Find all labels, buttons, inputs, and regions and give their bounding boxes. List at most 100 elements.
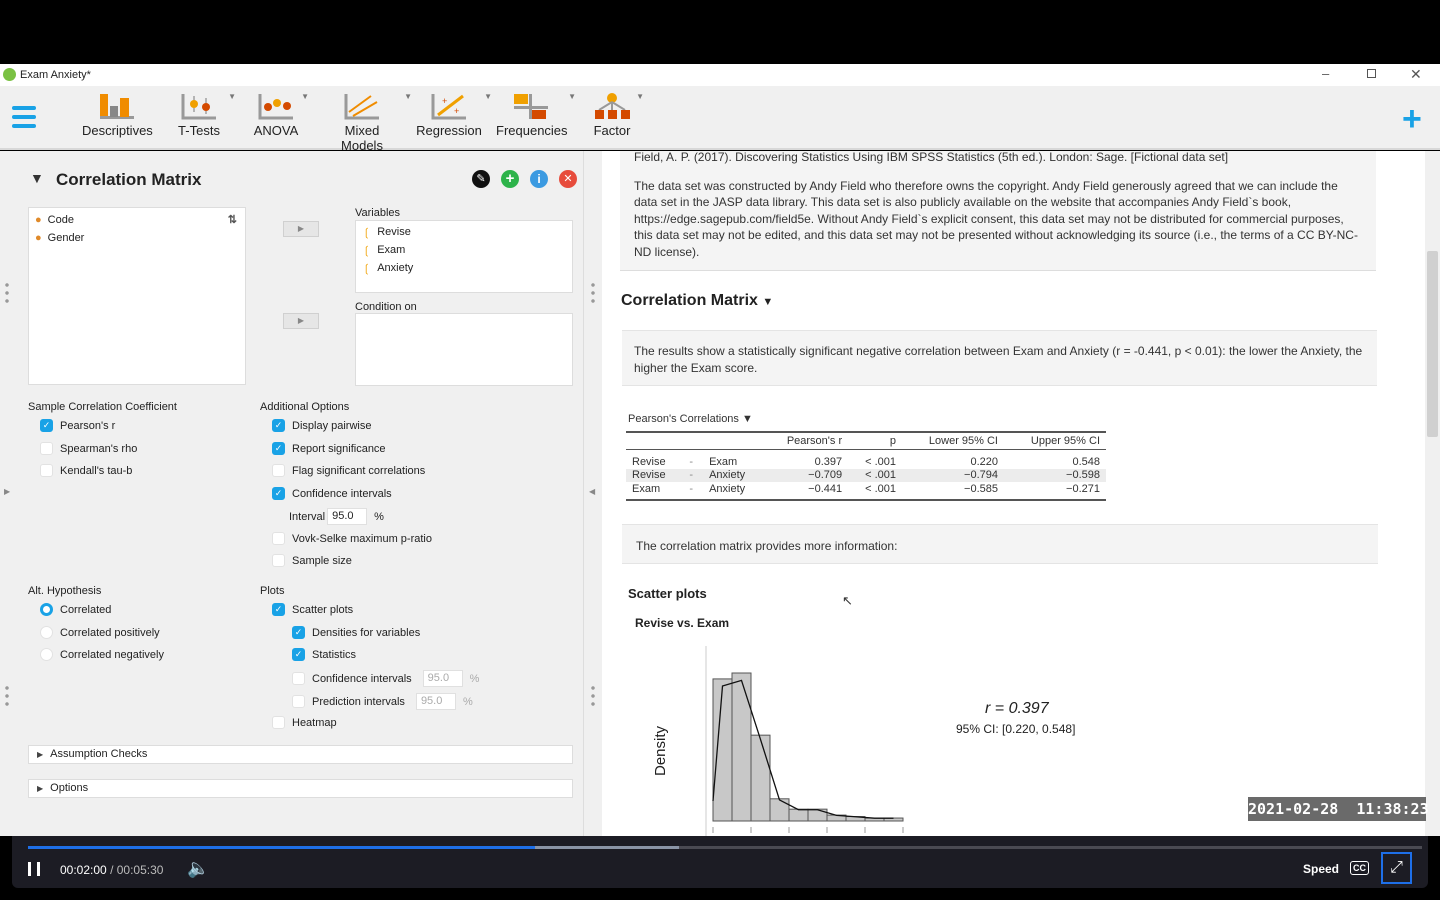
left-drag-handle[interactable]: [5, 281, 9, 303]
move-to-variables-button[interactable]: ▶: [283, 221, 319, 237]
frequencies-icon: [514, 94, 548, 119]
table-cell: -: [689, 469, 694, 482]
speed-button[interactable]: Speed: [1303, 862, 1339, 876]
column-header: [683, 432, 703, 449]
correlated-positively-radio[interactable]: Correlated positively: [40, 626, 160, 639]
column-header: p: [889, 434, 897, 447]
kendall-checkbox[interactable]: Kendall's tau-b: [40, 464, 132, 477]
heatmap-checkbox[interactable]: Heatmap: [272, 716, 337, 729]
scale-variable-icon: ❲: [362, 226, 372, 239]
table-row: Revise - Exam 0.397 < .001 0.220 0.548: [626, 455, 1106, 469]
seek-bar[interactable]: [28, 846, 1422, 849]
pause-button[interactable]: [28, 862, 40, 876]
table-cell: −0.709: [808, 469, 843, 482]
volume-muted-icon[interactable]: 🔈: [187, 858, 209, 879]
toolbar-mixed-models[interactable]: Mixed Models ▼: [322, 92, 412, 153]
variable-anxiety[interactable]: ❲ Anxiety: [356, 259, 572, 277]
variables-list[interactable]: ❲ Revise ❲ Exam ❲ Anxiety: [355, 220, 573, 293]
pearson-checkbox[interactable]: ✓ Pearson's r: [40, 419, 115, 432]
title-bar: Exam Anxiety* – ✕: [0, 64, 1440, 86]
condition-list[interactable]: [355, 313, 573, 386]
table-cell: < .001: [865, 482, 897, 495]
toolbar-factor[interactable]: Factor ▼: [590, 92, 644, 138]
toolbar-t-tests[interactable]: T-Tests ▼: [172, 92, 236, 138]
t-tests-icon: [181, 94, 216, 120]
close-button[interactable]: ✕: [1410, 66, 1422, 83]
table-cell: Exam: [632, 482, 661, 495]
plot-pi-checkbox[interactable]: Prediction intervals 95.0%: [292, 693, 473, 710]
add-module-button[interactable]: +: [1402, 100, 1422, 139]
flag-significant-checkbox[interactable]: Flag significant correlations: [272, 464, 425, 477]
move-to-condition-button[interactable]: ▶: [283, 313, 319, 329]
duplicate-button[interactable]: +: [501, 170, 519, 188]
restore-button[interactable]: [1367, 69, 1376, 78]
table-cell: 0.397: [814, 455, 843, 468]
toolbar-regression[interactable]: + + Regression ▼: [416, 92, 492, 138]
scatter-plots-checkbox[interactable]: ✓ Scatter plots: [272, 603, 353, 616]
confidence-intervals-checkbox[interactable]: ✓ Confidence intervals: [272, 487, 392, 500]
edit-title-button[interactable]: ✎: [472, 170, 490, 188]
spearman-checkbox[interactable]: Spearman's rho: [40, 442, 137, 455]
info-button[interactable]: i: [530, 170, 548, 188]
svg-text:+: +: [454, 106, 459, 116]
display-pairwise-checkbox[interactable]: ✓ Display pairwise: [272, 419, 371, 432]
menu-hamburger-button[interactable]: [12, 106, 36, 128]
report-significance-checkbox[interactable]: ✓ Report significance: [272, 442, 386, 455]
toolbar-anova[interactable]: ANOVA ▼: [253, 92, 309, 138]
tool-label: Regression: [416, 123, 482, 138]
additional-options-title: Additional Options: [260, 401, 350, 413]
table-cell: Revise: [632, 469, 666, 482]
interval-input[interactable]: 95.0: [327, 508, 368, 525]
tool-label: Descriptives: [82, 123, 153, 138]
results-heading[interactable]: Correlation Matrix ▼: [621, 292, 773, 310]
collapse-left-arrow-icon[interactable]: ◀: [589, 487, 595, 496]
correlations-table: Pearson's r p Lower 95% CI Upper 95% CI Revi…: [626, 431, 1106, 501]
panel-splitter[interactable]: ◀: [583, 151, 602, 836]
table-cell: −0.598: [1066, 469, 1100, 482]
variable-gender[interactable]: ● Gender: [29, 229, 245, 247]
left-drag-handle[interactable]: [5, 684, 9, 706]
anova-icon: [258, 94, 293, 120]
heading-menu-icon[interactable]: ▼: [762, 296, 773, 308]
tool-label: Factor: [593, 123, 631, 138]
scrollbar-thumb[interactable]: [1427, 251, 1438, 437]
variable-code[interactable]: ● Code: [29, 211, 245, 229]
minimize-button[interactable]: –: [1322, 66, 1329, 81]
results-scrollbar[interactable]: [1425, 151, 1440, 836]
nominal-variable-icon: ●: [35, 214, 42, 226]
correlated-radio[interactable]: Correlated: [40, 603, 111, 616]
analysis-title[interactable]: Correlation Matrix: [56, 170, 201, 190]
plot-ci-input[interactable]: 95.0: [422, 670, 463, 687]
toolbar-descriptives[interactable]: Descriptives: [82, 92, 153, 138]
scale-variable-icon: ❲: [362, 262, 372, 275]
close-analysis-button[interactable]: ✕: [559, 170, 577, 188]
histogram-bar: [769, 798, 790, 822]
densities-checkbox[interactable]: ✓ Densities for variables: [292, 626, 420, 639]
sample-size-checkbox[interactable]: Sample size: [272, 554, 352, 567]
ribbon-toolbar: Descriptives T-Tests ▼ ANOVA ▼ Mixed Model…: [0, 86, 1440, 153]
table-cell: 0.548: [1072, 455, 1100, 468]
statistics-checkbox[interactable]: ✓ Statistics: [292, 648, 356, 661]
assumption-checks-section[interactable]: ▶ Assumption Checks: [28, 745, 573, 764]
options-section[interactable]: ▶ Options: [28, 779, 573, 798]
sample-coef-title: Sample Correlation Coefficient: [28, 401, 177, 413]
plot-pi-input[interactable]: 95.0: [415, 693, 456, 710]
table-cell: Anxiety: [709, 482, 746, 495]
correlated-negatively-radio[interactable]: Correlated negatively: [40, 648, 164, 661]
table-title[interactable]: Pearson's Correlations ▼: [628, 413, 753, 425]
table-menu-icon[interactable]: ▼: [742, 413, 753, 425]
vovk-selke-checkbox[interactable]: Vovk-Selke maximum p-ratio: [272, 532, 432, 545]
interval-row: Interval 95.0%: [289, 508, 384, 525]
exit-fullscreen-button[interactable]: ⤢: [1381, 852, 1412, 884]
plot-ci-checkbox[interactable]: Confidence intervals 95.0%: [292, 670, 479, 687]
collapse-triangle-icon[interactable]: ▼: [30, 170, 44, 186]
time-display: 00:02:00 / 00:05:30: [60, 863, 164, 877]
expand-data-arrow-icon[interactable]: ▶: [4, 487, 10, 496]
available-variables-list[interactable]: ● Code ● Gender ⇅: [28, 207, 246, 385]
variable-revise[interactable]: ❲ Revise: [356, 223, 572, 241]
analysis-options-panel: ▼ Correlation Matrix ✎ + i ✕ ● Code ● Gend…: [0, 151, 602, 836]
toolbar-frequencies[interactable]: Frequencies ▼: [496, 92, 576, 138]
captions-button[interactable]: CC: [1350, 861, 1369, 875]
variable-exam[interactable]: ❲ Exam: [356, 241, 572, 259]
sort-icon[interactable]: ⇅: [228, 213, 237, 226]
